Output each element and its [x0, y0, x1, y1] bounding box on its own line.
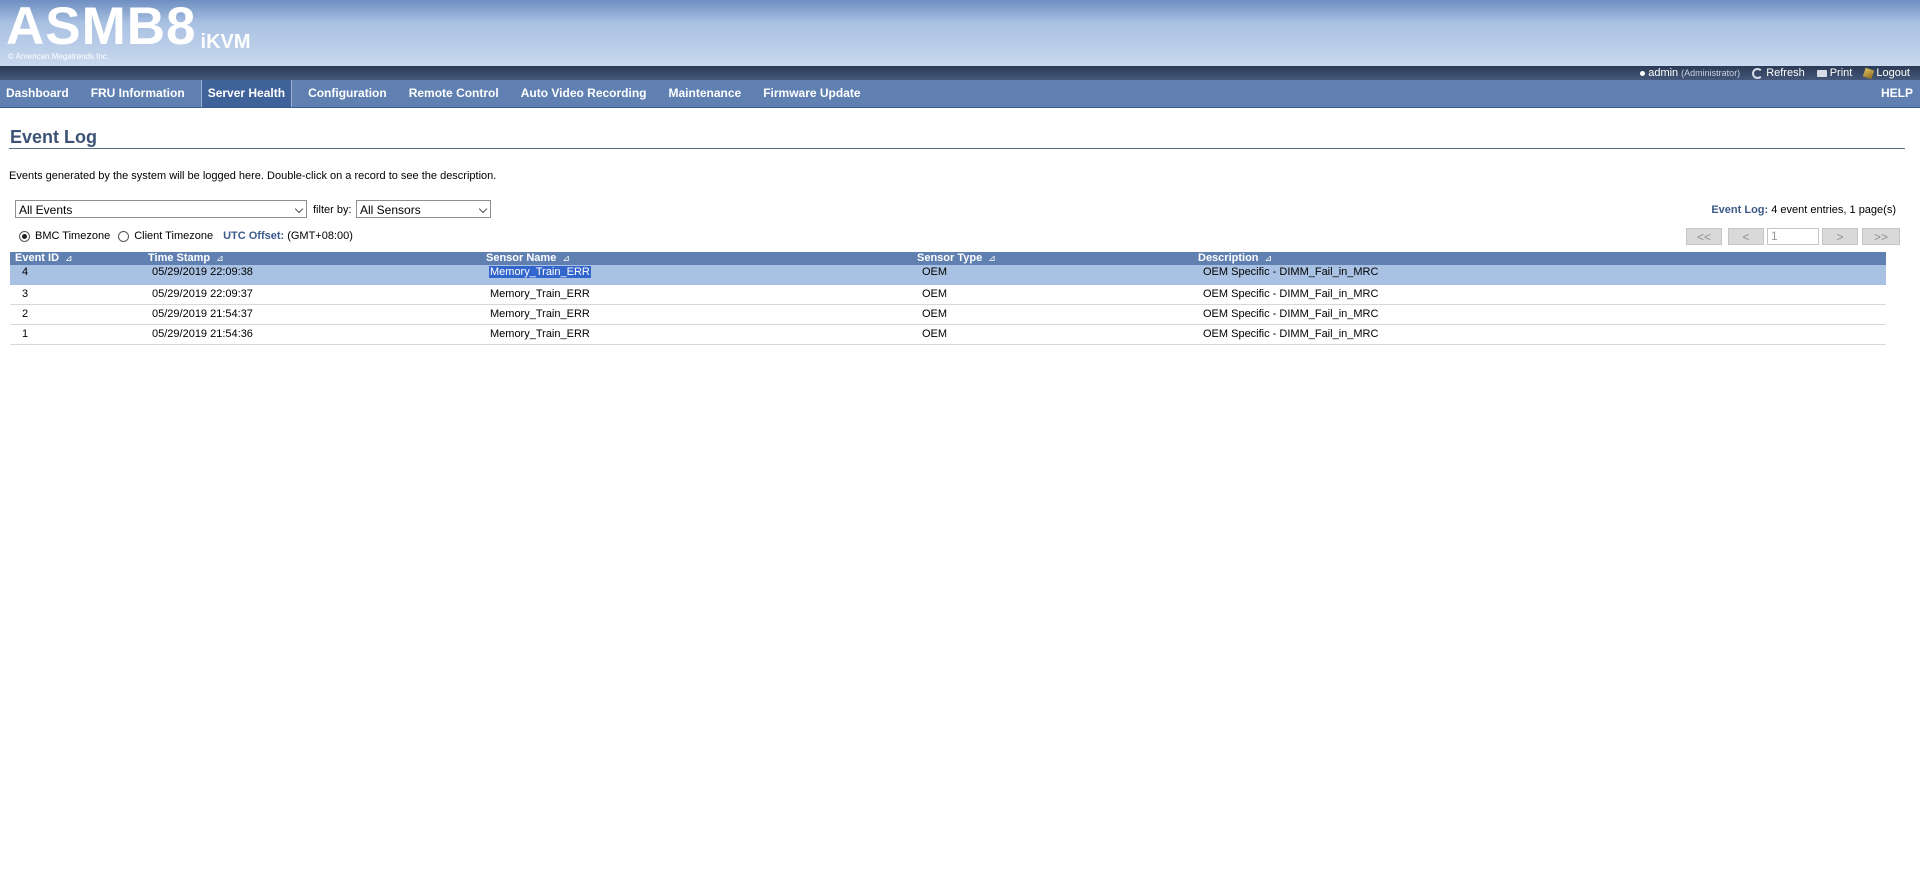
header-banner: ASMB8 iKVM © American Megatrends Inc.	[0, 0, 1920, 66]
cell-event-id: 4	[22, 266, 29, 278]
print-icon	[1816, 69, 1827, 77]
cell-sensor-type: OEM	[922, 308, 948, 320]
cell-description: OEM Specific - DIMM_Fail_in_MRC	[1203, 308, 1379, 320]
page-description: Events generated by the system will be l…	[9, 170, 497, 182]
header-time-stamp[interactable]: Time Stamp ⊿	[148, 252, 224, 265]
cell-sensor-name: Memory_Train_ERR	[490, 308, 590, 320]
next-page-button[interactable]: >	[1822, 228, 1858, 245]
title-divider	[9, 148, 1905, 149]
cell-description: OEM Specific - DIMM_Fail_in_MRC	[1203, 288, 1379, 300]
logo-main-text: ASMB8	[6, 0, 197, 56]
header-time-stamp-label: Time Stamp	[148, 252, 211, 264]
cell-sensor-type: OEM	[922, 328, 948, 340]
print-button[interactable]: Print	[1816, 66, 1853, 80]
cell-time-stamp: 05/29/2019 21:54:37	[152, 308, 253, 320]
help-link[interactable]: HELP	[1881, 80, 1913, 107]
client-timezone-label: Client Timezone	[134, 230, 214, 242]
user-icon	[1640, 70, 1646, 76]
table-header: Event ID ⊿ Time Stamp ⊿ Sensor Name ⊿ Senso…	[10, 252, 1886, 265]
sensor-filter-value: All Sensors	[360, 203, 421, 217]
selected-text-highlight: Memory_Train_ERR	[489, 266, 591, 278]
utc-offset-value: (GMT+08:00)	[287, 230, 353, 242]
utility-bar: admin (Administrator) Refresh Print Logo…	[0, 66, 1920, 80]
prev-page-button[interactable]: <	[1728, 228, 1764, 245]
table-row[interactable]: 1 05/29/2019 21:54:36 Memory_Train_ERR O…	[10, 325, 1886, 345]
utc-offset-label: UTC Offset:	[223, 230, 285, 242]
nav-maintenance[interactable]: Maintenance	[663, 80, 748, 107]
cell-sensor-type: OEM	[922, 288, 948, 300]
event-type-value: All Events	[19, 203, 73, 217]
summary-text: 4 event entries, 1 page(s)	[1771, 204, 1896, 216]
cell-event-id: 3	[22, 288, 29, 300]
cell-description: OEM Specific - DIMM_Fail_in_MRC	[1203, 328, 1379, 340]
print-label: Print	[1829, 67, 1853, 79]
event-log-summary: Event Log: 4 event entries, 1 page(s)	[1711, 204, 1896, 216]
logout-label: Logout	[1876, 67, 1910, 79]
logo-sub-text: iKVM	[200, 31, 251, 53]
header-event-id[interactable]: Event ID ⊿	[15, 252, 73, 265]
filter-by-label: filter by:	[313, 204, 352, 216]
sort-icon: ⊿	[65, 253, 73, 263]
page-title: Event Log	[10, 127, 98, 147]
logout-icon	[1863, 67, 1875, 79]
refresh-icon	[1752, 67, 1764, 79]
header-sensor-name-label: Sensor Name	[486, 252, 557, 264]
user-role: (Administrator)	[1681, 68, 1741, 78]
event-type-select[interactable]: All Events	[15, 200, 307, 218]
sort-icon: ⊿	[216, 253, 224, 263]
timezone-options: BMC Timezone Client Timezone UTC Offset:…	[19, 230, 353, 242]
chevron-down-icon	[294, 204, 304, 214]
nav-list: Dashboard FRU Information Server Health …	[0, 80, 877, 107]
table-row[interactable]: 4 05/29/2019 22:09:38 Memory_Train_ERR O…	[10, 265, 1886, 285]
header-event-id-label: Event ID	[15, 252, 60, 264]
first-page-button[interactable]: <<	[1686, 228, 1722, 245]
header-description[interactable]: Description ⊿	[1198, 252, 1272, 265]
cell-sensor-name: Memory_Train_ERR	[489, 266, 591, 279]
nav-dashboard[interactable]: Dashboard	[0, 80, 75, 107]
bmc-timezone-radio[interactable]	[19, 230, 30, 242]
logo: ASMB8 iKVM © American Megatrends Inc.	[6, 0, 251, 61]
nav-fru-information[interactable]: FRU Information	[85, 80, 191, 107]
cell-time-stamp: 05/29/2019 22:09:38	[152, 266, 253, 278]
refresh-label: Refresh	[1766, 67, 1805, 79]
bmc-timezone-label: BMC Timezone	[35, 230, 111, 242]
table-row[interactable]: 3 05/29/2019 22:09:37 Memory_Train_ERR O…	[10, 285, 1886, 305]
header-description-label: Description	[1198, 252, 1259, 264]
copyright-text: © American Megatrends Inc.	[8, 52, 110, 61]
cell-event-id: 2	[22, 308, 29, 320]
sensor-filter-select[interactable]: All Sensors	[356, 200, 491, 218]
main-nav: Dashboard FRU Information Server Health …	[0, 80, 1920, 108]
chevron-down-icon	[478, 204, 488, 214]
cell-time-stamp: 05/29/2019 22:09:37	[152, 288, 253, 300]
event-log-table: Event ID ⊿ Time Stamp ⊿ Sensor Name ⊿ Senso…	[10, 252, 1886, 345]
cell-event-id: 1	[22, 328, 29, 340]
username: admin	[1648, 67, 1679, 79]
table-row[interactable]: 2 05/29/2019 21:54:37 Memory_Train_ERR O…	[10, 305, 1886, 325]
cell-time-stamp: 05/29/2019 21:54:36	[152, 328, 253, 340]
sort-icon: ⊿	[988, 253, 996, 263]
header-sensor-name[interactable]: Sensor Name ⊿	[486, 252, 570, 265]
client-timezone-radio[interactable]	[118, 230, 130, 242]
nav-server-health[interactable]: Server Health	[200, 80, 293, 107]
cell-sensor-name: Memory_Train_ERR	[490, 328, 590, 340]
header-sensor-type[interactable]: Sensor Type ⊿	[917, 252, 996, 265]
last-page-button[interactable]: >>	[1862, 228, 1900, 245]
sort-icon: ⊿	[562, 253, 570, 263]
cell-sensor-name: Memory_Train_ERR	[490, 288, 590, 300]
user-info: admin (Administrator)	[1640, 66, 1740, 80]
page-number-input[interactable]: 1	[1767, 228, 1819, 245]
cell-description: OEM Specific - DIMM_Fail_in_MRC	[1203, 266, 1379, 278]
nav-remote-control[interactable]: Remote Control	[403, 80, 505, 107]
nav-auto-video-recording[interactable]: Auto Video Recording	[515, 80, 653, 107]
summary-label: Event Log:	[1711, 204, 1769, 216]
nav-firmware-update[interactable]: Firmware Update	[757, 80, 866, 107]
header-sensor-type-label: Sensor Type	[917, 252, 983, 264]
user-actions: admin (Administrator) Refresh Print Logo…	[1640, 66, 1910, 80]
sort-icon: ⊿	[1264, 253, 1273, 263]
nav-configuration[interactable]: Configuration	[302, 80, 393, 107]
refresh-button[interactable]: Refresh	[1752, 66, 1805, 80]
cell-sensor-type: OEM	[922, 266, 948, 278]
logout-button[interactable]: Logout	[1863, 66, 1910, 80]
